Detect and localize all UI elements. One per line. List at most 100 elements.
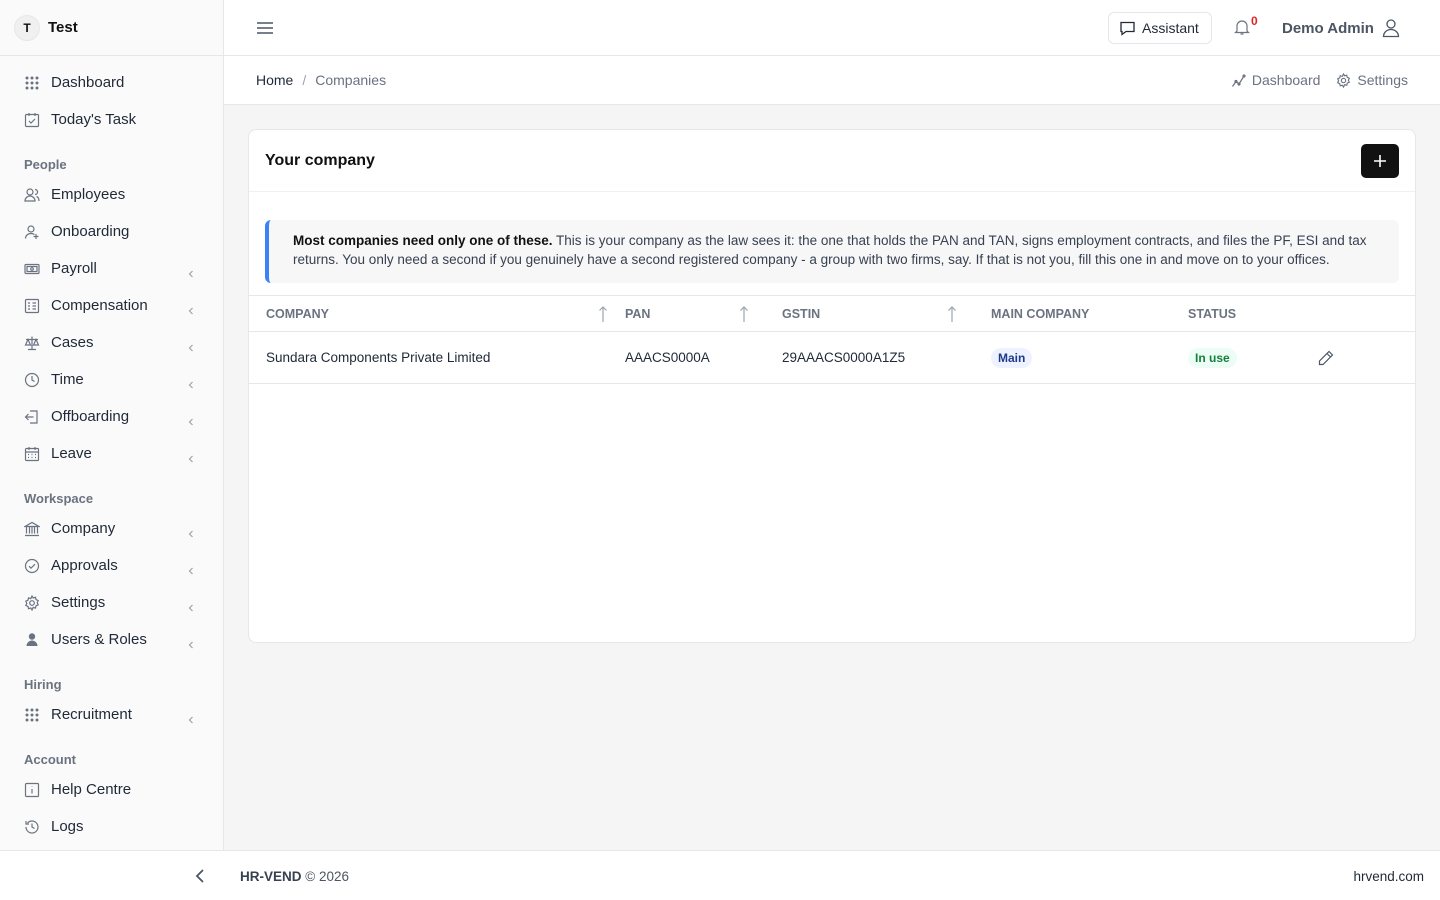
- sidebar-item-offboarding[interactable]: Offboarding: [0, 398, 223, 435]
- cell-main: Main: [974, 331, 1171, 384]
- clock-icon: [24, 372, 40, 388]
- sidebar-section-account: Account: [24, 752, 76, 767]
- sidebar-item-logs[interactable]: Logs: [0, 808, 223, 845]
- column-header-actions: [1301, 295, 1415, 332]
- breadcrumb: Home / Companies: [256, 72, 386, 88]
- breadcrumb-separator: /: [302, 72, 307, 88]
- footer-brand: HR-VEND: [240, 869, 302, 884]
- sidebar-item-todays-task[interactable]: Today's Task: [0, 101, 223, 138]
- info-icon: [24, 782, 40, 798]
- chevron-left-icon: [187, 413, 195, 425]
- sidebar-item-company[interactable]: Company: [0, 510, 223, 547]
- settings-link[interactable]: Settings: [1336, 72, 1408, 88]
- sidebar-item-help-centre[interactable]: Help Centre: [0, 771, 223, 808]
- chevron-left-icon: [187, 636, 195, 648]
- assistant-button[interactable]: Assistant: [1108, 12, 1212, 44]
- sidebar-item-label: Cases: [51, 334, 94, 351]
- pencil-icon[interactable]: [1318, 350, 1334, 366]
- calendar-check-icon: [24, 112, 40, 128]
- top-bar: Assistant 0 Demo Admin: [224, 0, 1440, 56]
- user-name[interactable]: Demo Admin: [1282, 20, 1374, 37]
- sidebar-item-dashboard[interactable]: Dashboard: [0, 64, 223, 101]
- user-plus-icon: [24, 224, 40, 240]
- chevron-left-icon: [187, 711, 195, 723]
- sidebar-item-employees[interactable]: Employees: [0, 176, 223, 213]
- bank-icon: [24, 521, 40, 537]
- sidebar-item-label: Onboarding: [51, 223, 130, 240]
- sidebar-item-recruitment[interactable]: Recruitment: [0, 696, 223, 733]
- dashboard-link[interactable]: Dashboard: [1231, 72, 1320, 88]
- cell-status: In use: [1171, 331, 1301, 384]
- chevron-left-icon: [187, 450, 195, 462]
- column-header-status[interactable]: STATUS: [1171, 295, 1301, 332]
- menu-icon[interactable]: [256, 18, 274, 38]
- history-icon: [24, 819, 40, 835]
- sidebar-section-people: People: [24, 157, 67, 172]
- notification-count: 0: [1251, 14, 1258, 28]
- status-badge: In use: [1188, 347, 1237, 368]
- users-icon: [24, 187, 40, 203]
- sidebar-section-hiring: Hiring: [24, 677, 62, 692]
- table-row[interactable]: Sundara Components Private Limited AAACS…: [249, 331, 1415, 384]
- sidebar-item-time[interactable]: Time: [0, 361, 223, 398]
- footer-year: © 2026: [305, 869, 350, 884]
- sort-arrow-icon[interactable]: [739, 305, 749, 323]
- sidebar: T Test Dashboard Today's Task People Emp…: [0, 0, 224, 850]
- gear-icon: [24, 594, 40, 611]
- gear-icon: [1337, 72, 1351, 88]
- ledger-icon: [24, 298, 40, 314]
- add-company-button[interactable]: [1361, 144, 1399, 178]
- brand-avatar: T: [14, 14, 40, 41]
- assistant-label: Assistant: [1142, 20, 1199, 36]
- cell-actions: [1301, 331, 1415, 384]
- cell-pan: AAACS0000A: [608, 331, 765, 384]
- user-icon[interactable]: [1382, 18, 1400, 38]
- sidebar-item-label: Offboarding: [51, 408, 130, 425]
- sidebar-item-settings[interactable]: Settings: [0, 584, 223, 621]
- column-header-gstin[interactable]: GSTIN: [765, 295, 974, 332]
- chart-line-icon: [1231, 73, 1246, 87]
- sidebar-item-users-roles[interactable]: Users & Roles: [0, 621, 223, 658]
- info-notice: Most companies need only one of these. T…: [265, 220, 1399, 283]
- sidebar-item-approvals[interactable]: Approvals: [0, 547, 223, 584]
- sidebar-item-onboarding[interactable]: Onboarding: [0, 213, 223, 250]
- footer-site-link[interactable]: hrvend.com: [1353, 869, 1424, 884]
- sort-arrow-icon[interactable]: [598, 305, 608, 323]
- chevron-left-icon: [187, 376, 195, 388]
- chat-icon: [1120, 21, 1135, 36]
- sidebar-item-leave[interactable]: Leave: [0, 435, 223, 472]
- brand[interactable]: T Test: [0, 0, 223, 56]
- breadcrumb-home[interactable]: Home: [256, 72, 293, 88]
- column-header-company[interactable]: COMPANY: [249, 295, 608, 332]
- company-card: Your company Most companies need only on…: [248, 129, 1416, 643]
- sidebar-item-label: Recruitment: [51, 706, 132, 723]
- sidebar-item-label: Company: [51, 520, 116, 537]
- card-title: Your company: [265, 152, 375, 169]
- sidebar-item-label: Users & Roles: [51, 631, 147, 648]
- sidebar-nav: Dashboard Today's Task People Employees …: [0, 56, 223, 845]
- sort-arrow-icon[interactable]: [947, 305, 957, 323]
- sidebar-item-label: Payroll: [51, 260, 97, 277]
- footer: HR-VEND © 2026 hrvend.com: [0, 850, 1440, 900]
- exit-icon: [24, 409, 40, 425]
- grid-icon: [24, 75, 40, 91]
- column-header-main-company[interactable]: MAIN COMPANY: [974, 295, 1171, 332]
- cell-gstin: 29AAACS0000A1Z5: [765, 331, 974, 384]
- cell-company: Sundara Components Private Limited: [249, 331, 608, 384]
- sidebar-item-payroll[interactable]: Payroll: [0, 250, 223, 287]
- sidebar-item-label: Help Centre: [51, 781, 132, 798]
- chevron-left-icon: [187, 339, 195, 351]
- sidebar-item-compensation[interactable]: Compensation: [0, 287, 223, 324]
- calendar-icon: [24, 446, 40, 462]
- chevron-left-icon: [187, 265, 195, 277]
- settings-link-label: Settings: [1357, 72, 1408, 88]
- bell-icon[interactable]: [1233, 18, 1251, 36]
- collapse-sidebar-icon[interactable]: [192, 867, 208, 885]
- main-badge: Main: [991, 347, 1033, 368]
- breadcrumb-actions: Dashboard Settings: [1215, 72, 1408, 88]
- sidebar-item-label: Dashboard: [51, 74, 125, 91]
- breadcrumb-bar: Home / Companies Dashboard Settings: [224, 56, 1440, 105]
- column-header-pan[interactable]: PAN: [608, 295, 765, 332]
- sidebar-item-cases[interactable]: Cases: [0, 324, 223, 361]
- sidebar-item-label: Settings: [51, 594, 106, 611]
